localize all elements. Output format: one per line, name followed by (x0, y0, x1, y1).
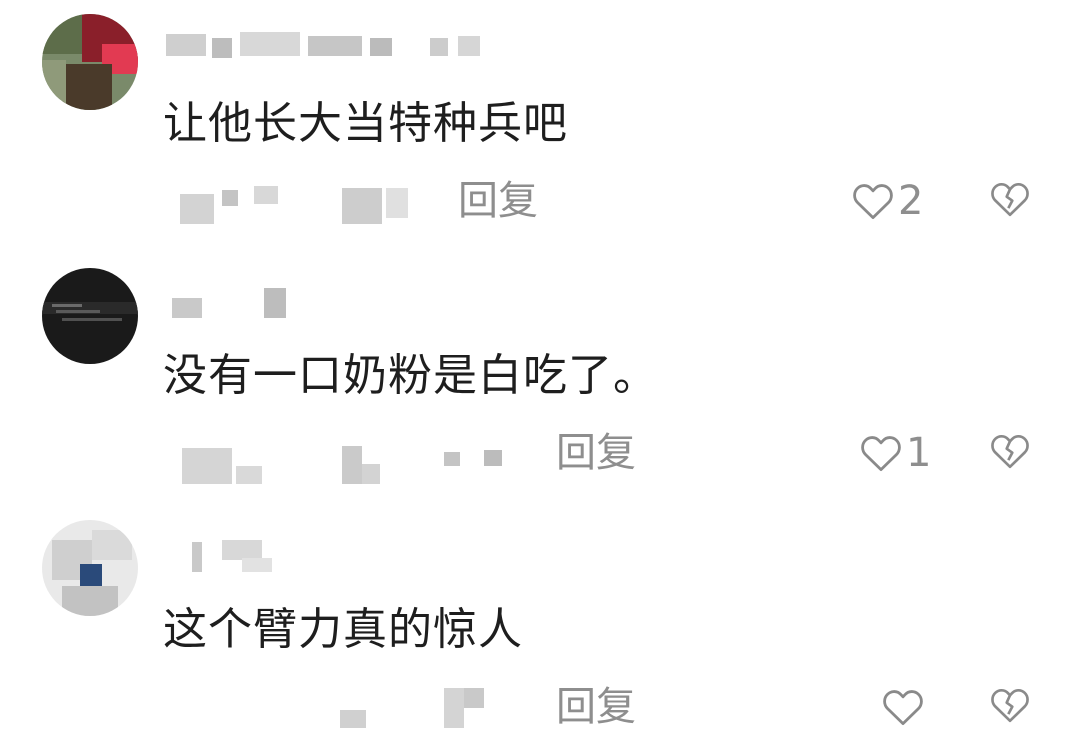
avatar-pixel (62, 318, 122, 321)
avatar[interactable] (42, 520, 138, 616)
comment-meta-blurred (166, 428, 586, 488)
avatar-pixel (92, 530, 132, 560)
comment-text: 没有一口奶粉是白吃了。 (163, 350, 658, 401)
avatar-pixel (42, 60, 66, 110)
username-blurred[interactable] (166, 536, 496, 576)
dislike-button[interactable] (988, 682, 1032, 732)
heart-outline-icon (860, 433, 902, 473)
reply-button[interactable]: 回复 (556, 428, 636, 478)
comment-item: 让他长大当特种兵吧 回复 2 (0, 0, 1077, 250)
heart-outline-icon (852, 181, 894, 221)
dislike-button[interactable] (988, 428, 1032, 478)
comment-item: 这个臂力真的惊人 回复 (0, 500, 1077, 750)
like-count: 2 (898, 178, 924, 224)
avatar[interactable] (42, 268, 138, 364)
comment-item: 没有一口奶粉是白吃了。 回复 1 (0, 252, 1077, 502)
avatar-pixel (56, 310, 100, 313)
broken-heart-icon (990, 180, 1030, 222)
reply-button[interactable]: 回复 (458, 176, 538, 226)
like-button[interactable]: 1 (860, 428, 931, 478)
broken-heart-icon (990, 432, 1030, 474)
heart-outline-icon (882, 687, 924, 727)
avatar-pixel (62, 586, 118, 616)
avatar-pixel (52, 304, 82, 307)
avatar-pixel (42, 14, 82, 54)
username-blurred[interactable] (166, 24, 496, 64)
broken-heart-icon (990, 686, 1030, 728)
avatar[interactable] (42, 14, 138, 110)
username-blurred[interactable] (166, 282, 496, 322)
like-button[interactable] (882, 682, 928, 732)
comment-text: 让他长大当特种兵吧 (163, 98, 568, 149)
avatar-pixel (62, 64, 112, 110)
avatar-pixel (80, 564, 102, 586)
comment-text: 这个臂力真的惊人 (163, 604, 523, 655)
dislike-button[interactable] (988, 176, 1032, 226)
like-count: 1 (906, 430, 932, 476)
comment-meta-blurred (166, 680, 586, 740)
reply-button[interactable]: 回复 (556, 682, 636, 732)
like-button[interactable]: 2 (852, 176, 923, 226)
